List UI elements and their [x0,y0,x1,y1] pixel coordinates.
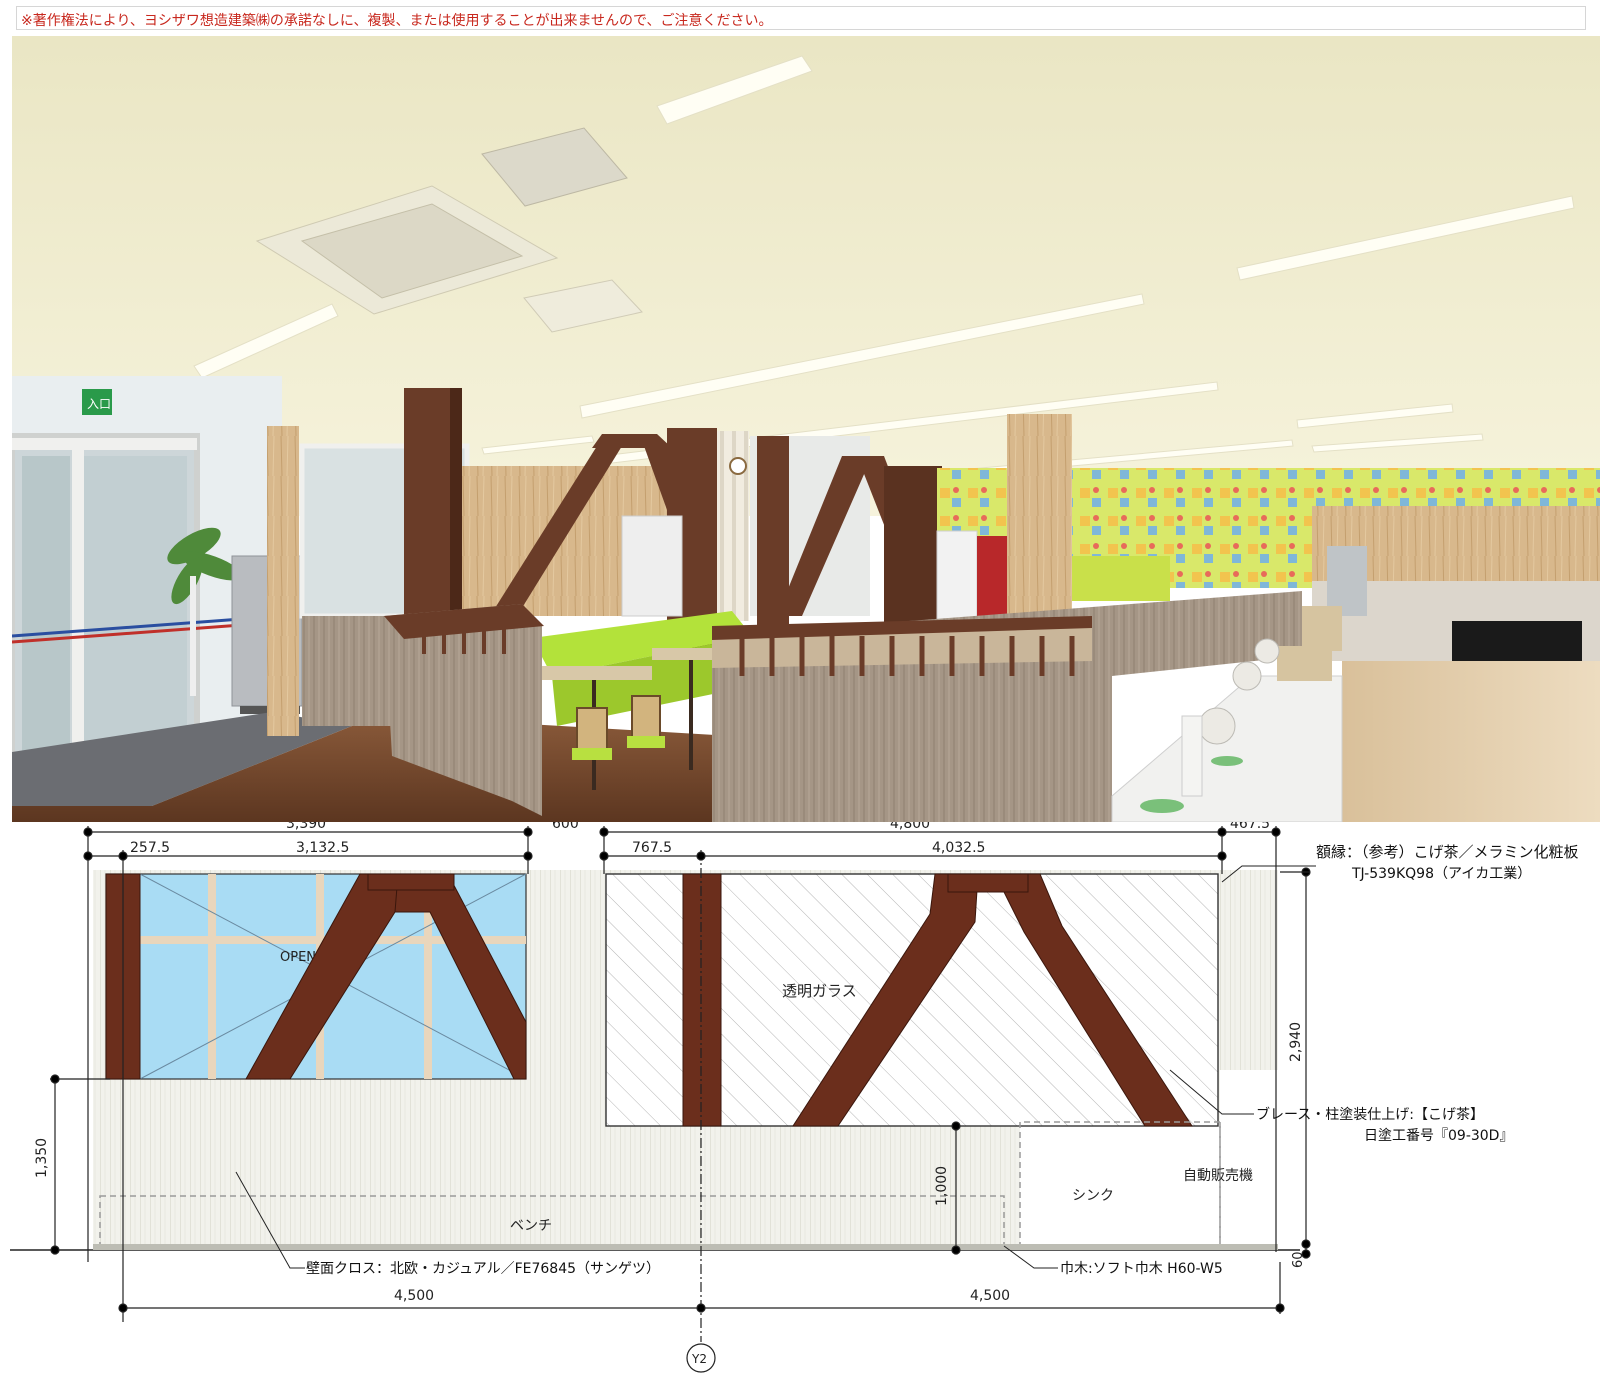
dim-4500-right: 4,500 [970,1288,1010,1304]
dim-1350: 1,350 [34,1138,50,1178]
page-frame: ※著作権法により、ヨシザワ想造建築㈱の承諾なしに、複製、または使用することが出来… [0,0,1600,1389]
dim-60: 60 [1291,1251,1306,1268]
exit-sign-text: 入口 [87,397,111,411]
grid-y2-label: Y2 [691,1352,707,1366]
bench-label: ベンチ [510,1218,552,1234]
frame-note-line1: 額縁：（参考）こげ茶／メラミン化粧板 [1316,843,1579,861]
copyright-notice-text: ※著作権法により、ヨシザワ想造建築㈱の承諾なしに、複製、または使用することが出来… [21,13,773,29]
copyright-notice: ※著作権法により、ヨシザワ想造建築㈱の承諾なしに、複製、または使用することが出来… [16,6,1586,30]
brace-note-line1: ブレース・柱塗装仕上げ:【こげ茶】 [1256,1106,1484,1123]
dim-4800: 4,800 [890,822,930,832]
vending-label: 自動販売機 [1183,1168,1253,1184]
elevation-drawing-svg: OPEN 透明ガラス ベンチ シンク 自動販売機 3,390 600 4,800… [10,816,1579,1373]
dim-3132-5: 3,132.5 [296,840,349,856]
dim-767-5: 767.5 [632,840,672,856]
dim-4032-5: 4,032.5 [932,840,985,856]
dim-257-5: 257.5 [130,840,170,856]
interior-photo-illustration: 入口 [12,36,1600,822]
dim-2940: 2,940 [1288,1022,1304,1062]
dim-600: 600 [552,822,579,832]
interior-photo: 入口 [12,36,1600,822]
baseboard-note: 巾木:ソフト巾木 H60-W5 [1060,1261,1223,1277]
glass-label: 透明ガラス [782,982,857,1000]
wall-cloth-note: 壁面クロス：北欧・カジュアル／FE76845（サンゲツ） [306,1261,660,1277]
brace-note-line2: 日塗工番号『09-30D』 [1364,1127,1513,1144]
center-column [682,873,722,1127]
dim-3390: 3,390 [286,822,326,832]
dim-1000: 1,000 [934,1166,950,1206]
sink-label: シンク [1072,1188,1114,1204]
dim-467-5: 467.5 [1230,822,1270,832]
dim-4500-left: 4,500 [394,1288,434,1304]
frame-note-line2: TJ-539KQ98（アイカ工業） [1351,866,1531,882]
elevation-drawing: OPEN 透明ガラス ベンチ シンク 自動販売機 3,390 600 4,800… [0,816,1600,1389]
sink-opening [1020,1122,1220,1247]
